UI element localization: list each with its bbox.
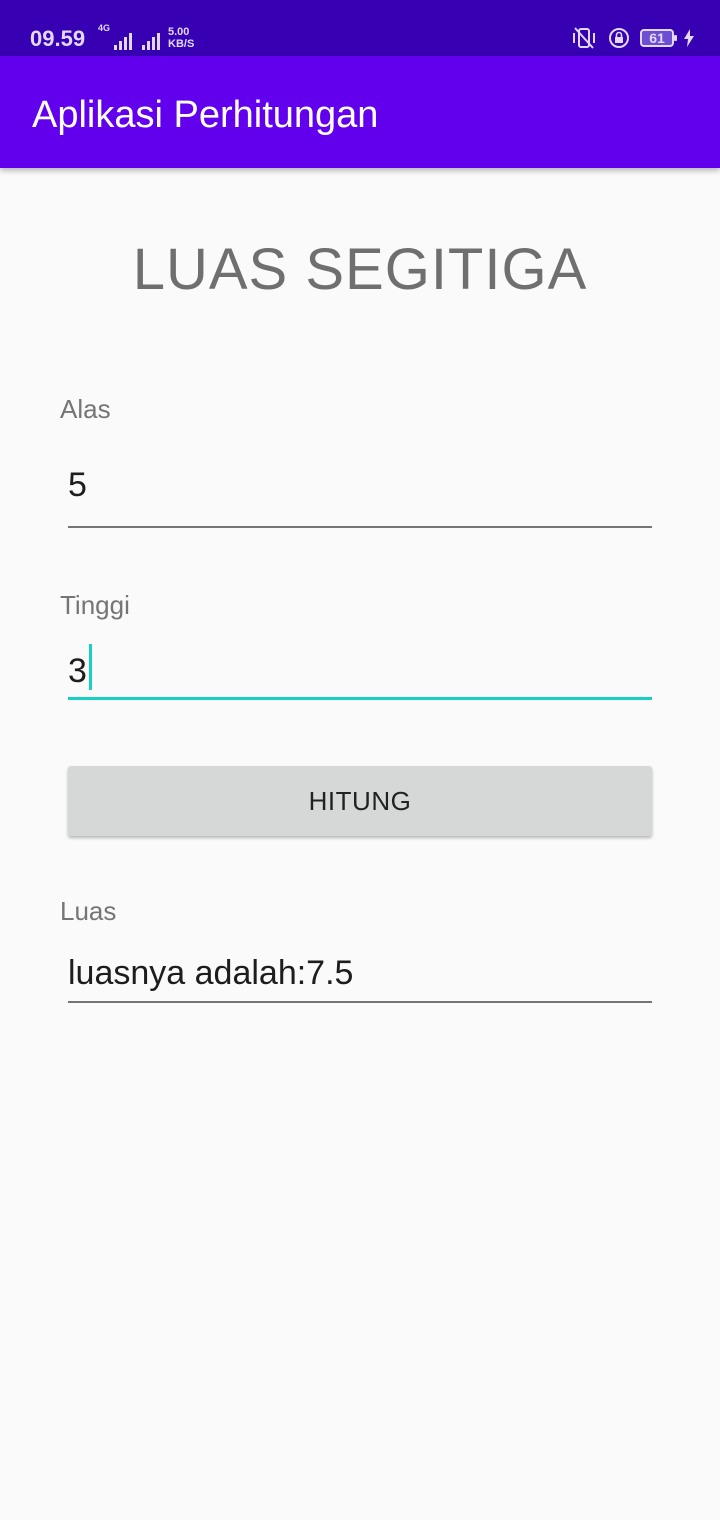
battery-level: 61 (649, 30, 665, 46)
text-cursor (88, 644, 92, 690)
network-indicators: 4G (98, 23, 161, 50)
network-speed: 5.00 KB/S (168, 26, 194, 50)
luas-result: luasnya adalah:7.5 (68, 954, 652, 1003)
app-bar: Aplikasi Perhitungan (0, 56, 720, 168)
tinggi-input[interactable]: 3 (68, 644, 652, 700)
hitung-button[interactable]: HITUNG (68, 766, 652, 836)
speed-value: 5.00 (168, 26, 190, 38)
status-bar: 09.59 4G 5.00 KB/S 61 (0, 0, 720, 56)
system-icons: 61 (570, 26, 694, 50)
signal-icon-2 (142, 32, 161, 50)
speed-unit: KB/S (168, 38, 195, 50)
app-title: Aplikasi Perhitungan (32, 94, 379, 136)
alas-value: 5 (68, 466, 87, 504)
tinggi-value: 3 (68, 652, 87, 690)
luas-label: Luas (60, 896, 117, 926)
luas-value: luasnya adalah:7.5 (68, 954, 354, 992)
alas-label: Alas (60, 394, 111, 424)
network-type: 4G (98, 23, 111, 33)
vibrate-icon (573, 27, 595, 49)
signal-icon (114, 32, 133, 50)
battery-icon: 61 (640, 29, 677, 47)
status-time: 09.59 (30, 26, 86, 51)
tinggi-label: Tinggi (60, 590, 130, 620)
alas-input[interactable]: 5 (68, 466, 652, 528)
charging-icon (684, 29, 694, 47)
lock-rotation-icon (609, 28, 629, 48)
page-title: LUAS SEGITIGA (132, 237, 588, 302)
